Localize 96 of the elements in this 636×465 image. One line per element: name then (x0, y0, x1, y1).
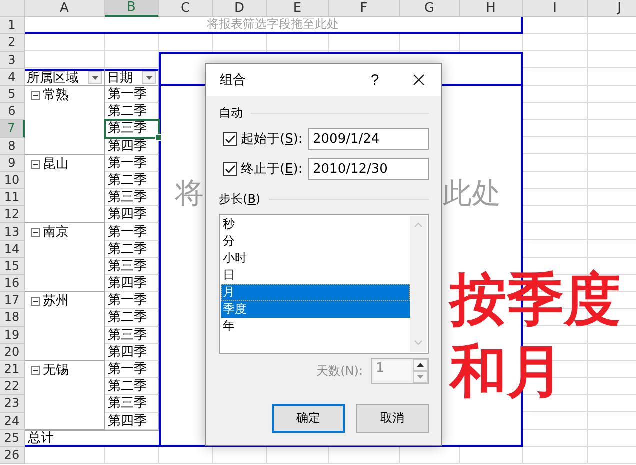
column-header[interactable]: E (267, 0, 329, 18)
table-cell: 第一季 (105, 292, 159, 310)
row-label: 常熟 (43, 88, 69, 103)
list-item[interactable]: 分 (221, 233, 410, 250)
table-cell: 第四季 (105, 206, 159, 224)
row-header[interactable]: 4 (0, 68, 25, 86)
row-header[interactable]: 16 (0, 275, 25, 292)
table-cell: 第一季 (105, 154, 159, 172)
table-cell: 第三季 (105, 189, 159, 206)
table-cell: 第一季 (105, 86, 159, 104)
column-header[interactable]: I (523, 0, 588, 18)
field-name: 所属区域 (27, 70, 79, 87)
collapse-icon[interactable] (31, 366, 40, 375)
cancel-button[interactable]: 取消 (356, 404, 429, 433)
table-cell: 第二季 (105, 172, 159, 190)
column-header[interactable]: C (159, 0, 213, 18)
row-header[interactable]: 23 (0, 395, 25, 412)
table-cell: 第四季 (105, 412, 159, 430)
drop-zone-hint: 将 (175, 176, 204, 210)
collapse-icon[interactable] (31, 228, 40, 238)
date-input-field[interactable]: 2010/12/30 (308, 158, 429, 180)
column-header[interactable]: D (213, 0, 267, 18)
row-header[interactable]: 12 (0, 206, 25, 224)
table-cell: 第一季 (105, 223, 159, 241)
row-header[interactable]: 13 (0, 223, 25, 241)
list-item[interactable]: 日 (221, 267, 410, 284)
row-header[interactable]: 21 (0, 360, 25, 378)
step-listbox[interactable]: 秒 分 小时 日 月 季度 年 (219, 214, 429, 354)
table-cell: 第二季 (105, 240, 159, 258)
days-label: 天数(N): (316, 362, 363, 380)
field-name: 日期 (107, 70, 133, 87)
total-label: 总计 (25, 430, 159, 447)
section-heading: 自动 (219, 104, 243, 122)
row-header[interactable]: 11 (0, 189, 25, 206)
filter-dropdown-button[interactable] (142, 71, 156, 84)
row-header[interactable]: 2 (0, 34, 25, 52)
collapse-icon[interactable] (31, 160, 40, 169)
list-item[interactable]: 秒 (221, 216, 410, 233)
row-header[interactable]: 26 (0, 446, 25, 464)
row-header[interactable]: 18 (0, 309, 25, 327)
dialog-title: 组合 (220, 72, 247, 89)
row-header[interactable]: 3 (0, 52, 25, 69)
collapse-icon[interactable] (31, 297, 40, 306)
section-heading: 步长(B) (219, 190, 261, 208)
table-cell: 第三季 (105, 395, 159, 412)
table-cell: 第四季 (105, 275, 159, 292)
caret-icon (146, 76, 152, 80)
row-header[interactable]: 5 (0, 86, 25, 104)
list-item[interactable]: 年 (221, 318, 410, 335)
row-header[interactable]: 6 (0, 103, 25, 120)
close-icon (413, 74, 425, 86)
table-cell: 第二季 (105, 378, 159, 396)
row-header[interactable]: 8 (0, 138, 25, 155)
caret-icon (92, 76, 98, 80)
list-item[interactable]: 月 (221, 284, 410, 301)
row-header[interactable]: 7 (0, 120, 25, 138)
row-header[interactable]: 14 (0, 240, 25, 258)
column-header[interactable]: H (460, 0, 523, 18)
checkbox-label: 起始于(S): (241, 131, 304, 148)
filter-dropdown-button[interactable] (88, 71, 102, 84)
column-header[interactable]: J (588, 0, 636, 18)
row-label: 苏州 (43, 295, 69, 310)
column-header[interactable]: G (400, 0, 460, 18)
drop-zone-hint: 将报表筛选字段拖至此处 (207, 16, 339, 34)
checkbox[interactable] (223, 162, 237, 176)
row-header[interactable]: 24 (0, 412, 25, 430)
collapse-icon[interactable] (31, 90, 40, 100)
row-header[interactable]: 15 (0, 258, 25, 275)
table-cell: 第一季 (105, 360, 159, 378)
table-cell: 第三季 (105, 258, 159, 275)
table-cell: 第四季 (105, 344, 159, 361)
row-header[interactable]: 19 (0, 326, 25, 344)
table-cell: 第二季 (105, 309, 159, 327)
table-cell: 第二季 (105, 103, 159, 120)
row-header[interactable]: 22 (0, 378, 25, 396)
help-button[interactable]: ? (353, 65, 397, 95)
row-header[interactable]: 10 (0, 172, 25, 190)
row-header[interactable]: 1 (0, 17, 25, 34)
drop-zone-hint: 此处 (443, 176, 501, 210)
row-header[interactable]: 9 (0, 154, 25, 172)
row-header[interactable]: 20 (0, 344, 25, 361)
column-header[interactable]: A (25, 0, 105, 18)
checkbox-label: 终止于(E): (241, 161, 304, 178)
row-header[interactable]: 25 (0, 430, 25, 447)
row-label: 无锡 (43, 364, 69, 378)
row-header[interactable]: 17 (0, 292, 25, 310)
list-item[interactable]: 小时 (221, 250, 410, 267)
column-header[interactable]: F (329, 0, 400, 18)
date-input-field[interactable]: 2009/1/24 (308, 128, 429, 150)
column-header[interactable]: B (105, 0, 159, 18)
row-label: 昆山 (43, 158, 69, 172)
checkbox[interactable] (223, 132, 237, 146)
list-item[interactable]: 季度 (221, 301, 410, 318)
ok-button[interactable]: 确定 (272, 404, 345, 433)
table-cell: 第三季 (105, 326, 159, 344)
row-label: 南京 (43, 226, 69, 240)
